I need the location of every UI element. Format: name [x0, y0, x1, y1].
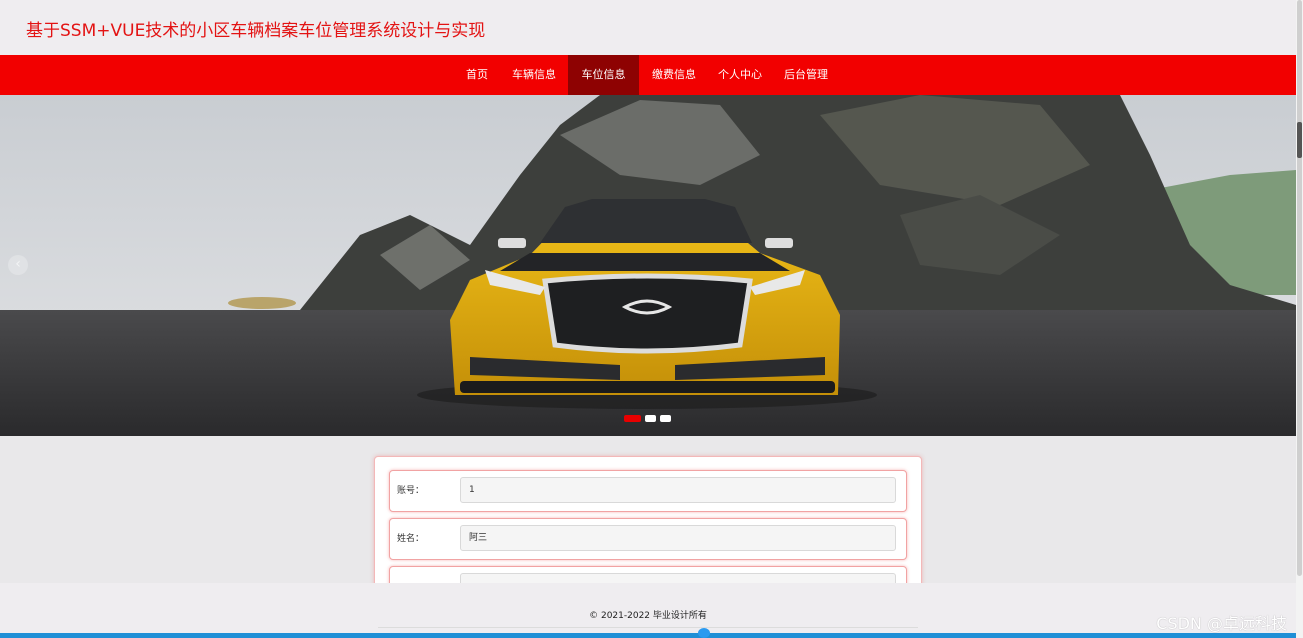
chevron-left-icon: ‹ [15, 256, 21, 272]
account-label: 账号： [397, 486, 425, 496]
taskbar-strip [0, 633, 1303, 638]
carousel-dot-3[interactable] [660, 415, 671, 422]
account-input[interactable] [460, 477, 896, 503]
site-header: 基于SSM+VUE技术的小区车辆档案车位管理系统设计与实现 [0, 0, 1296, 55]
form-row-account: 账号： [389, 470, 907, 512]
page-scrollbar[interactable] [1296, 0, 1303, 638]
name-input[interactable] [460, 525, 896, 551]
profile-form: 账号： 姓名： [374, 456, 922, 608]
page: 基于SSM+VUE技术的小区车辆档案车位管理系统设计与实现 首页 车辆信息 车位… [0, 0, 1303, 638]
site-footer: © 2021-2022 毕业设计所有 [0, 583, 1296, 633]
carousel-dot-2[interactable] [645, 415, 656, 422]
nav-home[interactable]: 首页 [454, 55, 500, 95]
nav-vehicle-info[interactable]: 车辆信息 [500, 55, 568, 95]
banner-carousel[interactable]: ‹ [0, 95, 1296, 436]
form-row-name: 姓名： [389, 518, 907, 560]
scrollbar-track [1297, 0, 1302, 576]
nav-admin[interactable]: 后台管理 [773, 55, 839, 95]
carousel-prev-button[interactable]: ‹ [8, 255, 28, 275]
banner-image [0, 95, 1296, 436]
copyright-text: © 2021-2022 毕业设计所有 [589, 611, 707, 621]
site-title: 基于SSM+VUE技术的小区车辆档案车位管理系统设计与实现 [26, 21, 486, 41]
drag-handle[interactable] [698, 628, 710, 638]
footer-divider [378, 627, 918, 628]
nav-parking-space-info[interactable]: 车位信息 [568, 55, 639, 95]
scrollbar-thumb[interactable] [1297, 122, 1302, 158]
carousel-dot-1[interactable] [624, 415, 641, 422]
name-label: 姓名： [397, 534, 425, 544]
main-nav: 首页 车辆信息 车位信息 缴费信息 个人中心 后台管理 [0, 55, 1296, 95]
nav-payment-info[interactable]: 缴费信息 [641, 55, 707, 95]
nav-personal-center[interactable]: 个人中心 [709, 55, 771, 95]
watermark: CSDN @卓远科技 [1156, 614, 1287, 633]
